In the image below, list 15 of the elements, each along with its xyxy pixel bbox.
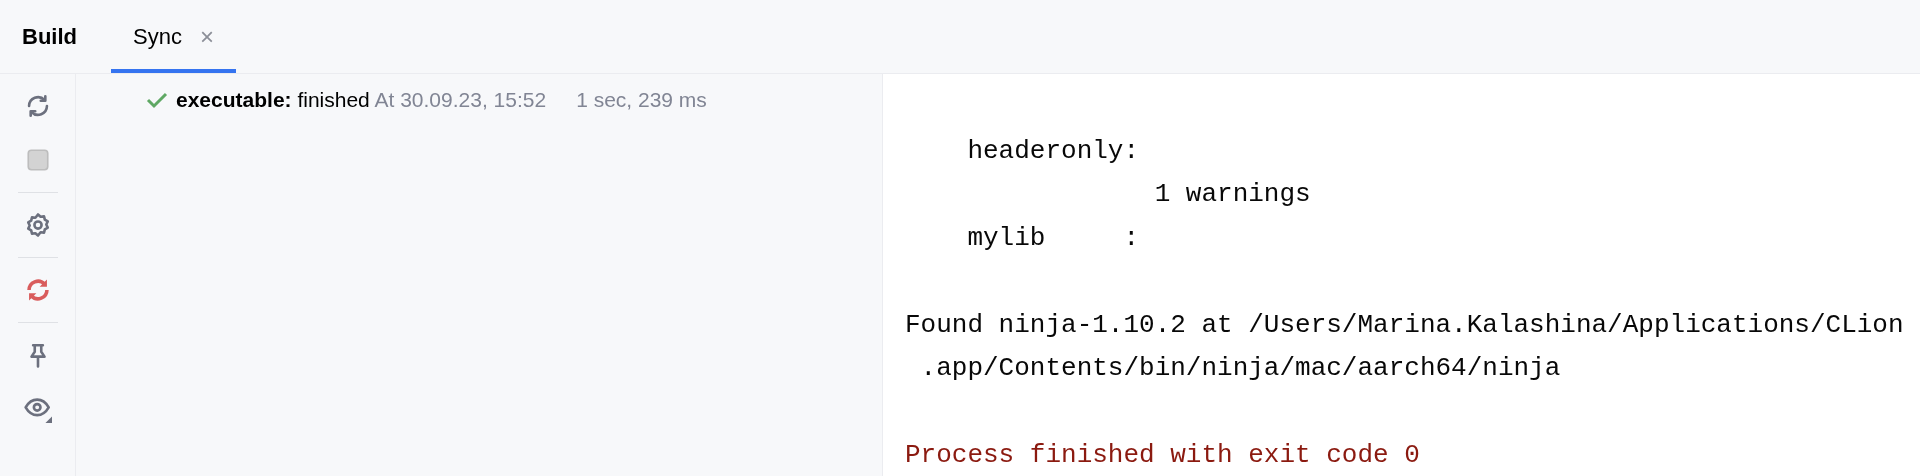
console-line: 1 warnings [1153, 179, 1311, 209]
check-icon [146, 91, 168, 109]
tree-row[interactable]: executable: finished At 30.09.23, 15:52 1 sec, 239 ms [146, 88, 882, 112]
settings-icon [24, 212, 51, 238]
eye-icon [22, 395, 53, 423]
duration-text: 1 sec, 239 ms [576, 88, 707, 112]
panel-title[interactable]: Build [22, 0, 77, 73]
sync-icon [24, 277, 51, 303]
console-line: .app/Contents/bin/ninja/mac/aarch64/ninja [919, 353, 1561, 383]
console-line: mylib : [966, 222, 1140, 253]
tree-item-text: executable: finished At 30.09.23, 15:52 [176, 88, 547, 112]
console-line: Found ninja-1.10.2 at /Users/Marina.Kalashina/Applications/CLion [905, 309, 1904, 340]
console-line: headeronly: [966, 135, 1140, 166]
tab[interactable]: Sync × [111, 0, 236, 73]
error-line: Process finished with exit code 0 [905, 440, 1420, 470]
